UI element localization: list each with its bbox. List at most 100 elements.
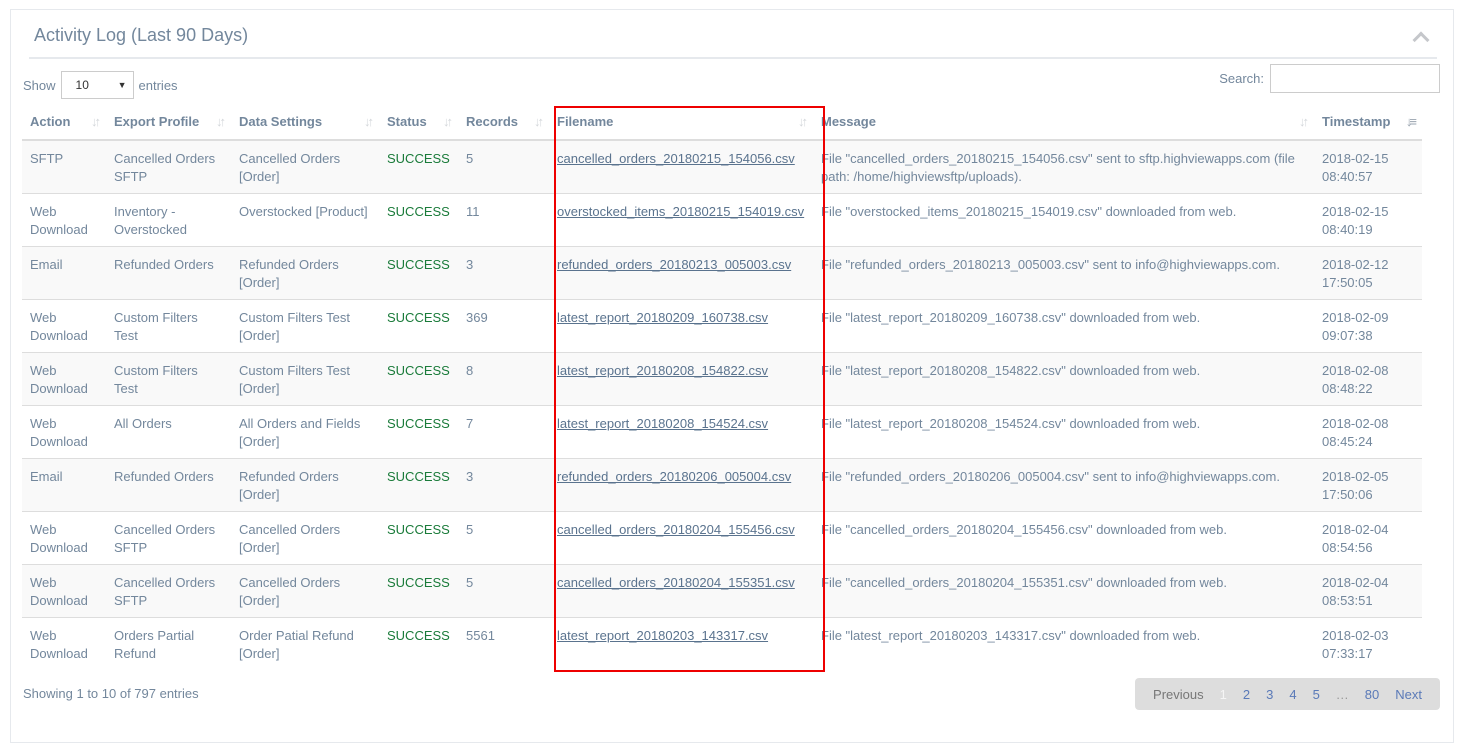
column-label: Data Settings <box>239 113 323 129</box>
page-button: 1 <box>1219 686 1227 702</box>
pagination: Previous 1 2 3 4 5 … 80 Next <box>1135 678 1440 710</box>
cell-records: 3 <box>458 245 549 299</box>
table-row: Web Download All Orders All Orders and Fie… <box>22 404 1422 458</box>
column-header-action[interactable]: Action ↓↑ <box>22 103 106 141</box>
cell-status: SUCCESS <box>379 510 458 564</box>
cell-timestamp: 2018-02-04 08:54:56 <box>1314 510 1422 564</box>
table-row: Web Download Inventory - Overstocked Overs… <box>22 192 1422 246</box>
table-info: Showing 1 to 10 of 797 entries <box>23 686 199 701</box>
search-control: Search: <box>1219 64 1440 93</box>
table-row: Web Download Cancelled Orders SFTP Cancell… <box>22 563 1422 617</box>
filename-link[interactable]: latest_report_20180208_154822.csv <box>557 363 768 378</box>
cell-records: 7 <box>458 404 549 458</box>
cell-filename: refunded_orders_20180206_005004.csv <box>549 457 813 511</box>
cell-data-settings: Overstocked [Product] <box>231 192 379 246</box>
column-header-records[interactable]: Records ↓↑ <box>458 103 549 141</box>
cell-export-profile: Cancelled Orders SFTP <box>106 510 231 564</box>
caret-down-icon: ▼ <box>117 80 127 90</box>
table-row: SFTP Cancelled Orders SFTP Cancelled Order… <box>22 139 1422 193</box>
cell-records: 11 <box>458 192 549 246</box>
cell-timestamp: 2018-02-15 08:40:57 <box>1314 139 1422 193</box>
table-row: Web Download Cancelled Orders SFTP Cancell… <box>22 510 1422 564</box>
previous-button: Previous <box>1153 686 1204 702</box>
sort-icon: ↓↑ <box>216 114 226 129</box>
page-button[interactable]: 2 <box>1235 687 1258 702</box>
page-button[interactable]: 5 <box>1305 687 1328 702</box>
filename-link[interactable]: refunded_orders_20180206_005004.csv <box>557 469 791 484</box>
sort-icon: ↓↑ <box>91 114 101 129</box>
column-header-timestamp[interactable]: Timestamp ↓≡ <box>1314 103 1422 141</box>
filename-link[interactable]: cancelled_orders_20180204_155456.csv <box>557 522 795 537</box>
activity-table: Action ↓↑ Export Profile ↓↑ Data Settings ↓↑ S… <box>22 103 1422 670</box>
cell-message: File "overstocked_items_20180215_154019.… <box>813 192 1314 246</box>
cell-data-settings: Cancelled Orders [Order] <box>231 139 379 193</box>
cell-action: SFTP <box>22 139 106 193</box>
entries-select[interactable]: 10 ▼ <box>60 71 134 99</box>
filename-link[interactable]: overstocked_items_20180215_154019.csv <box>557 204 804 219</box>
cell-export-profile: Cancelled Orders SFTP <box>106 563 231 617</box>
cell-records: 5 <box>458 563 549 617</box>
sort-icon: ↓↑ <box>443 114 453 129</box>
cell-data-settings: Order Patial Refund [Order] <box>231 616 379 670</box>
cell-status: SUCCESS <box>379 351 458 405</box>
page-button[interactable]: 3 <box>1258 687 1281 702</box>
column-header-export-profile[interactable]: Export Profile ↓↑ <box>106 103 231 141</box>
column-header-status[interactable]: Status ↓↑ <box>379 103 458 141</box>
next-button[interactable]: Next <box>1387 687 1430 702</box>
cell-status: SUCCESS <box>379 457 458 511</box>
cell-action: Web Download <box>22 351 106 405</box>
chevron-up-icon[interactable] <box>1412 31 1430 49</box>
column-label: Records <box>466 113 519 129</box>
cell-export-profile: Custom Filters Test <box>106 298 231 352</box>
cell-filename: cancelled_orders_20180204_155456.csv <box>549 510 813 564</box>
panel-title: Activity Log (Last 90 Days) <box>34 25 249 45</box>
page-button[interactable]: 80 <box>1357 687 1387 702</box>
filename-link[interactable]: latest_report_20180209_160738.csv <box>557 310 768 325</box>
cell-export-profile: Refunded Orders <box>106 245 231 299</box>
cell-status: SUCCESS <box>379 192 458 246</box>
cell-message: File "cancelled_orders_20180204_155456.c… <box>813 510 1314 564</box>
cell-export-profile: Custom Filters Test <box>106 351 231 405</box>
pagination-ellipsis: … <box>1335 686 1349 702</box>
cell-export-profile: Inventory - Overstocked <box>106 192 231 246</box>
column-header-data-settings[interactable]: Data Settings ↓↑ <box>231 103 379 141</box>
cell-filename: overstocked_items_20180215_154019.csv <box>549 192 813 246</box>
column-header-filename[interactable]: Filename ↓↑ <box>549 103 813 141</box>
cell-timestamp: 2018-02-08 08:45:24 <box>1314 404 1422 458</box>
search-input[interactable] <box>1270 64 1440 93</box>
cell-filename: refunded_orders_20180213_005003.csv <box>549 245 813 299</box>
cell-export-profile: Cancelled Orders SFTP <box>106 139 231 193</box>
filename-link[interactable]: cancelled_orders_20180215_154056.csv <box>557 151 795 166</box>
column-header-message[interactable]: Message ↓↑ <box>813 103 1314 141</box>
filename-link[interactable]: latest_report_20180208_154524.csv <box>557 416 768 431</box>
cell-action: Web Download <box>22 563 106 617</box>
cell-message: File "latest_report_20180203_143317.csv"… <box>813 616 1314 670</box>
page-button[interactable]: 4 <box>1281 687 1304 702</box>
cell-filename: latest_report_20180203_143317.csv <box>549 616 813 670</box>
cell-data-settings: All Orders and Fields [Order] <box>231 404 379 458</box>
cell-action: Email <box>22 245 106 299</box>
table-row: Web Download Custom Filters Test Custom Fi… <box>22 351 1422 405</box>
filename-link[interactable]: cancelled_orders_20180204_155351.csv <box>557 575 795 590</box>
table-row: Email Refunded Orders Refunded Orders [Ord… <box>22 245 1422 299</box>
cell-filename: latest_report_20180209_160738.csv <box>549 298 813 352</box>
cell-export-profile: All Orders <box>106 404 231 458</box>
filename-link[interactable]: latest_report_20180203_143317.csv <box>557 628 768 643</box>
cell-data-settings: Refunded Orders [Order] <box>231 457 379 511</box>
filename-link[interactable]: refunded_orders_20180213_005003.csv <box>557 257 791 272</box>
cell-records: 3 <box>458 457 549 511</box>
cell-export-profile: Refunded Orders <box>106 457 231 511</box>
sort-icon: ↓↑ <box>534 114 544 129</box>
cell-status: SUCCESS <box>379 404 458 458</box>
sort-icon: ↓↑ <box>798 114 808 129</box>
cell-records: 5561 <box>458 616 549 670</box>
column-label: Timestamp <box>1322 113 1391 129</box>
cell-action: Web Download <box>22 616 106 670</box>
cell-status: SUCCESS <box>379 298 458 352</box>
cell-records: 5 <box>458 510 549 564</box>
cell-filename: cancelled_orders_20180204_155351.csv <box>549 563 813 617</box>
entries-length-control: Show 10 ▼ entries <box>23 71 178 99</box>
cell-message: File "cancelled_orders_20180215_154056.c… <box>813 139 1314 193</box>
column-label: Status <box>387 113 427 129</box>
cell-records: 8 <box>458 351 549 405</box>
